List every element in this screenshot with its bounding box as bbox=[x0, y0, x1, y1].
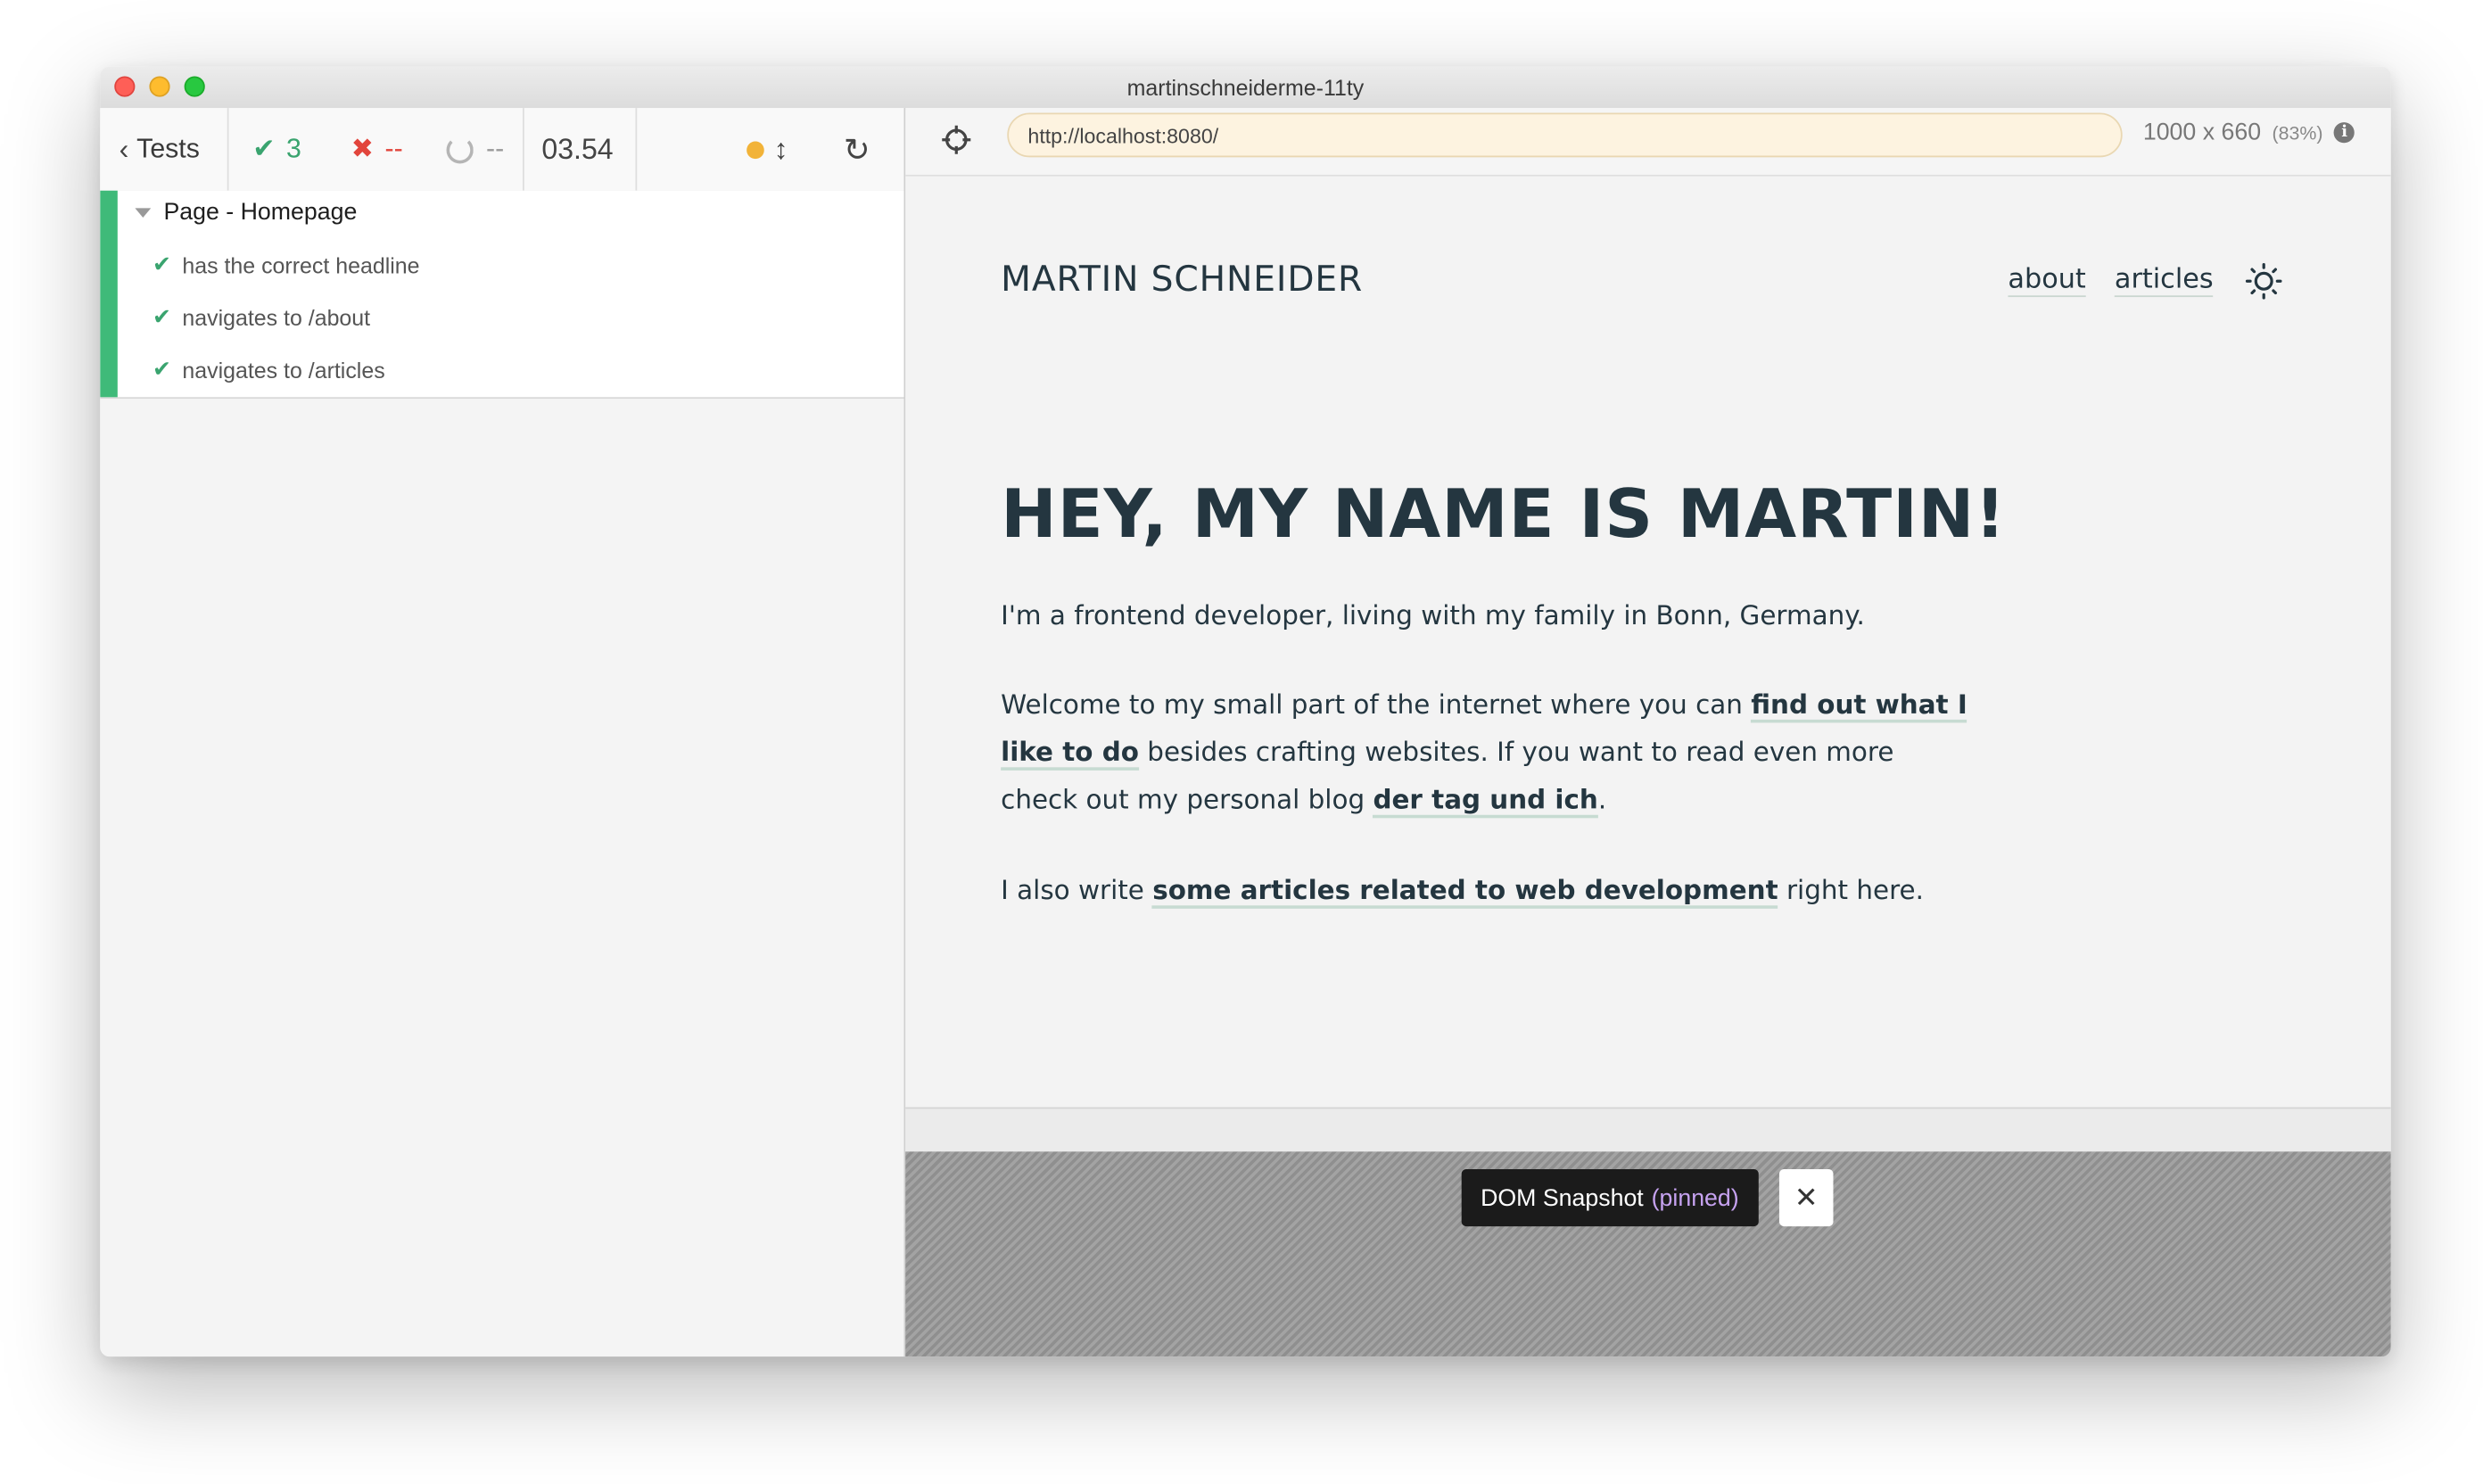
pending-count: -- bbox=[486, 133, 505, 164]
check-icon: ✔ bbox=[152, 251, 171, 276]
nav-articles-link[interactable]: articles bbox=[2114, 264, 2214, 298]
close-icon: ✕ bbox=[1794, 1181, 1819, 1213]
paragraph-text: . bbox=[1597, 784, 1607, 815]
status-dot-icon bbox=[747, 140, 764, 159]
viewport-info: 1000 x 660 (83%) i bbox=[2143, 120, 2355, 146]
info-icon[interactable]: i bbox=[2334, 122, 2355, 144]
url-bar[interactable]: http://localhost:8080/ bbox=[1007, 112, 2123, 158]
snapshot-overlay: DOM Snapshot (pinned) ✕ bbox=[905, 1151, 2391, 1357]
paragraph-text: right here. bbox=[1778, 875, 1924, 906]
page-headline: HEY, MY NAME IS MARTIN! bbox=[1001, 474, 2007, 553]
website-viewport: MARTIN SCHNEIDER about articles HEY, MY … bbox=[905, 176, 2391, 1108]
check-icon: ✔ bbox=[152, 355, 171, 382]
auto-scroll-toggle[interactable]: ↕ bbox=[747, 108, 788, 191]
close-window-button[interactable] bbox=[114, 76, 136, 97]
unpin-snapshot-button[interactable]: ✕ bbox=[1778, 1168, 1834, 1227]
preview-footer-gutter bbox=[905, 1107, 2391, 1154]
nav-about-link[interactable]: about bbox=[2008, 264, 2086, 298]
title-bar: martinschneiderme-11ty bbox=[100, 66, 2391, 110]
window-title: martinschneiderme-11ty bbox=[1126, 74, 1365, 101]
test-item[interactable]: ✔ navigates to /articles bbox=[153, 356, 385, 383]
passed-stat: ✔ 3 bbox=[252, 108, 301, 191]
test-title: navigates to /about bbox=[182, 304, 371, 330]
app-preview-panel: http://localhost:8080/ 1000 x 660 (83%) … bbox=[905, 108, 2391, 1357]
check-icon: ✔ bbox=[152, 303, 171, 329]
reporter-header: ‹ Tests ✔ 3 ✖ -- -- 03.54 ↕ ↻ bbox=[100, 108, 904, 193]
minimize-window-button[interactable] bbox=[149, 76, 170, 97]
test-title: navigates to /articles bbox=[182, 356, 385, 383]
snapshot-state: (pinned) bbox=[1651, 1183, 1739, 1212]
suite-header[interactable]: Page - Homepage bbox=[135, 199, 357, 226]
check-icon: ✔ bbox=[252, 133, 276, 164]
articles-paragraph: I also write some articles related to we… bbox=[1001, 868, 1970, 915]
zoom-level: (83%) bbox=[2272, 121, 2323, 144]
tests-back-button[interactable]: ‹ Tests bbox=[120, 108, 200, 191]
intro-paragraph: I'm a frontend developer, living with my… bbox=[1001, 600, 1865, 631]
blog-link[interactable]: der tag und ich bbox=[1373, 784, 1598, 819]
x-icon: ✖ bbox=[351, 133, 375, 164]
header-divider bbox=[227, 108, 229, 191]
snapshot-label: DOM Snapshot bbox=[1481, 1183, 1644, 1212]
caret-down-icon bbox=[135, 207, 152, 218]
failed-count: -- bbox=[384, 133, 403, 164]
suite-status-bar bbox=[100, 190, 118, 398]
welcome-paragraph: Welcome to my small part of the internet… bbox=[1001, 681, 1970, 824]
pending-icon bbox=[446, 136, 474, 163]
preview-header: http://localhost:8080/ 1000 x 660 (83%) … bbox=[905, 108, 2391, 177]
app-window: martinschneiderme-11ty ‹ Tests ✔ 3 ✖ -- bbox=[100, 66, 2391, 1357]
site-logo[interactable]: MARTIN SCHNEIDER bbox=[1001, 260, 1363, 301]
passed-count: 3 bbox=[286, 133, 301, 164]
crosshair-icon[interactable] bbox=[940, 124, 972, 156]
header-divider bbox=[635, 108, 638, 191]
test-reporter-panel: ‹ Tests ✔ 3 ✖ -- -- 03.54 ↕ ↻ Page - Hom… bbox=[100, 108, 906, 1357]
duration-timer: 03.54 bbox=[541, 132, 614, 165]
chevron-left-icon: ‹ bbox=[119, 132, 129, 165]
test-item[interactable]: ✔ navigates to /about bbox=[153, 303, 370, 330]
suite-title: Page - Homepage bbox=[163, 198, 358, 226]
test-item[interactable]: ✔ has the correct headline bbox=[153, 251, 420, 277]
viewport-size: 1000 x 660 bbox=[2142, 119, 2262, 146]
test-title: has the correct headline bbox=[182, 251, 420, 277]
sun-icon[interactable] bbox=[2245, 262, 2283, 301]
header-divider bbox=[523, 108, 524, 191]
articles-link[interactable]: some articles related to web development bbox=[1152, 875, 1778, 909]
paragraph-text: I also write bbox=[1001, 875, 1153, 906]
maximize-window-button[interactable] bbox=[184, 76, 205, 97]
site-nav: about articles bbox=[2008, 264, 2214, 298]
failed-stat: ✖ -- bbox=[351, 108, 403, 191]
paragraph-text: Welcome to my small part of the internet… bbox=[1001, 689, 1752, 720]
vertical-arrows-icon: ↕ bbox=[773, 132, 788, 165]
test-suite: Page - Homepage ✔ has the correct headli… bbox=[100, 190, 904, 400]
dom-snapshot-badge: DOM Snapshot (pinned) bbox=[1461, 1168, 1759, 1227]
pending-stat: -- bbox=[446, 108, 505, 191]
rerun-button[interactable]: ↻ bbox=[844, 108, 870, 191]
reload-icon: ↻ bbox=[843, 132, 870, 168]
tests-label: Tests bbox=[136, 133, 200, 164]
